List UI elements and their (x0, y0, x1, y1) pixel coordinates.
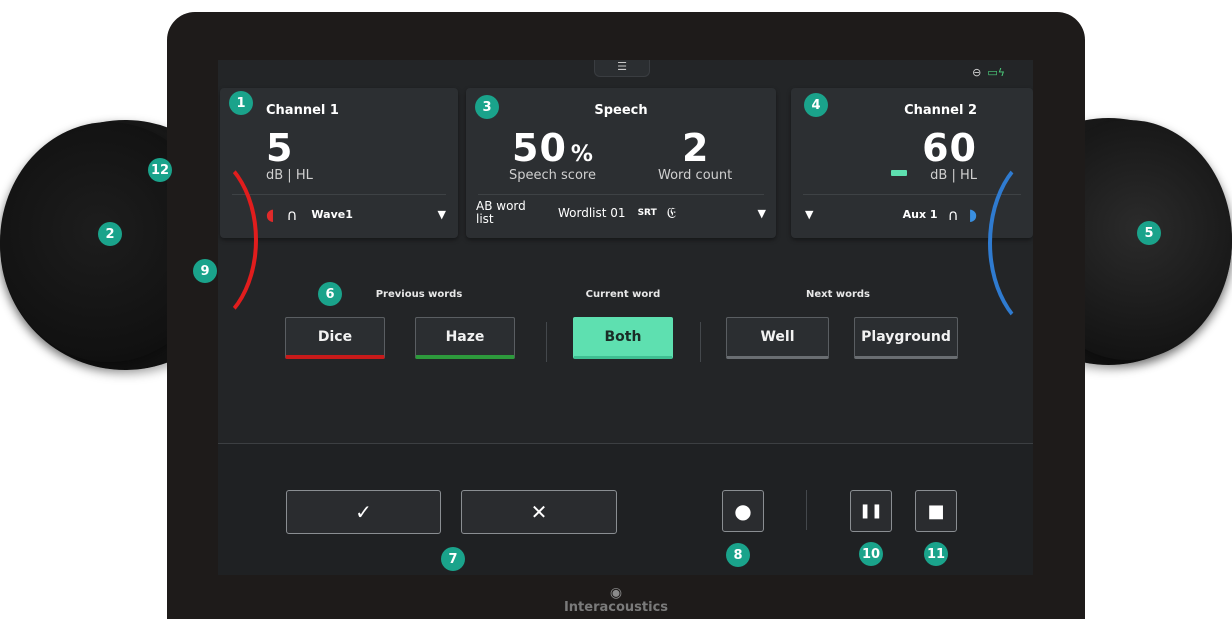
speech-score-value: 50% (512, 126, 594, 170)
callout-badge: 9 (193, 259, 217, 283)
current-word-button[interactable]: Both (573, 317, 673, 359)
brand-logo-icon: ◉ (609, 585, 623, 601)
word-count: 2 (682, 126, 710, 170)
accept-button[interactable]: ✓ (286, 490, 441, 534)
list-type[interactable]: AB word list (476, 200, 536, 226)
callout-badge: 1 (229, 91, 253, 115)
status-bar: ⊖ ▭ϟ (972, 66, 1005, 79)
brand-logo: ◉ Interacoustics (0, 586, 1232, 615)
chevron-down-icon[interactable]: ▼ (805, 208, 813, 221)
callout-badge: 11 (924, 542, 948, 566)
control-bar: ✓ ✕ ● ❚❚ ■ (218, 444, 1033, 575)
menu-tab[interactable]: ☰ (594, 60, 650, 77)
previous-word-button[interactable]: Haze (415, 317, 515, 359)
chevron-down-icon[interactable]: ▼ (438, 208, 446, 221)
divider (700, 322, 701, 362)
hearing-icon[interactable]: 𝔈 (667, 204, 676, 222)
divider (232, 194, 446, 195)
channel1-title: Channel 1 (266, 103, 339, 118)
channel1-level: 5 (266, 126, 294, 170)
battery-charging-icon: ▭ϟ (987, 66, 1005, 79)
right-ear-icon[interactable]: ◗ (969, 205, 977, 224)
callout-badge: 10 (859, 542, 883, 566)
brand-name: Interacoustics (563, 600, 669, 615)
next-words-label: Next words (805, 289, 870, 300)
wordlist-name[interactable]: Wordlist 01 (558, 206, 626, 220)
divider (806, 490, 807, 530)
callout-badge: 3 (475, 95, 499, 119)
speech-card: Speech 50% Speech score 2 Word count AB … (466, 88, 776, 238)
record-button[interactable]: ● (722, 490, 764, 532)
divider (803, 194, 1021, 195)
speech-score-label: Speech score (509, 168, 596, 183)
menu-icon: ☰ (617, 60, 627, 73)
next-word-button[interactable]: Well (726, 317, 829, 359)
channel2-source: Aux 1 (902, 208, 938, 221)
divider (478, 194, 764, 195)
pause-button[interactable]: ❚❚ (850, 490, 892, 532)
channel2-title: Channel 2 (904, 103, 977, 118)
speech-score-unit: % (570, 142, 594, 167)
callout-badge: 12 (148, 158, 172, 182)
chevron-down-icon[interactable]: ▼ (758, 207, 766, 220)
word-count-label: Word count (658, 168, 733, 183)
callout-badge: 4 (804, 93, 828, 117)
previous-words-label: Previous words (375, 289, 463, 300)
channel2-level: 60 (922, 126, 977, 170)
headphones-icon[interactable]: ∩ (948, 206, 959, 224)
reject-button[interactable]: ✕ (461, 490, 617, 534)
channel1-stimulus: Wave1 (311, 208, 353, 221)
headphones-icon[interactable]: ∩ (286, 206, 297, 224)
screen: ☰ ⊖ ▭ϟ Channel 1 5 dB | HL ◖ ∩ Wave1 ▼ S… (218, 60, 1033, 575)
next-word-button[interactable]: Playground (854, 317, 958, 359)
speech-score: 50 (512, 126, 567, 170)
left-ear-icon[interactable]: ◖ (266, 205, 274, 224)
previous-word-button[interactable]: Dice (285, 317, 385, 359)
link-icon: ⊖ (972, 66, 982, 79)
callout-badge: 8 (726, 543, 750, 567)
callout-badge: 6 (318, 282, 342, 306)
channel2-unit: dB | HL (930, 168, 977, 183)
callout-badge: 5 (1137, 221, 1161, 245)
masking-icon (891, 170, 907, 176)
current-word-label: Current word (585, 289, 661, 300)
stop-button[interactable]: ■ (915, 490, 957, 532)
right-knob-indicator (988, 148, 1116, 338)
speech-title: Speech (594, 103, 648, 118)
channel1-unit: dB | HL (266, 168, 313, 183)
callout-badge: 7 (441, 547, 465, 571)
divider (546, 322, 547, 362)
test-type[interactable]: SRT (638, 208, 657, 218)
callout-badge: 2 (98, 222, 122, 246)
